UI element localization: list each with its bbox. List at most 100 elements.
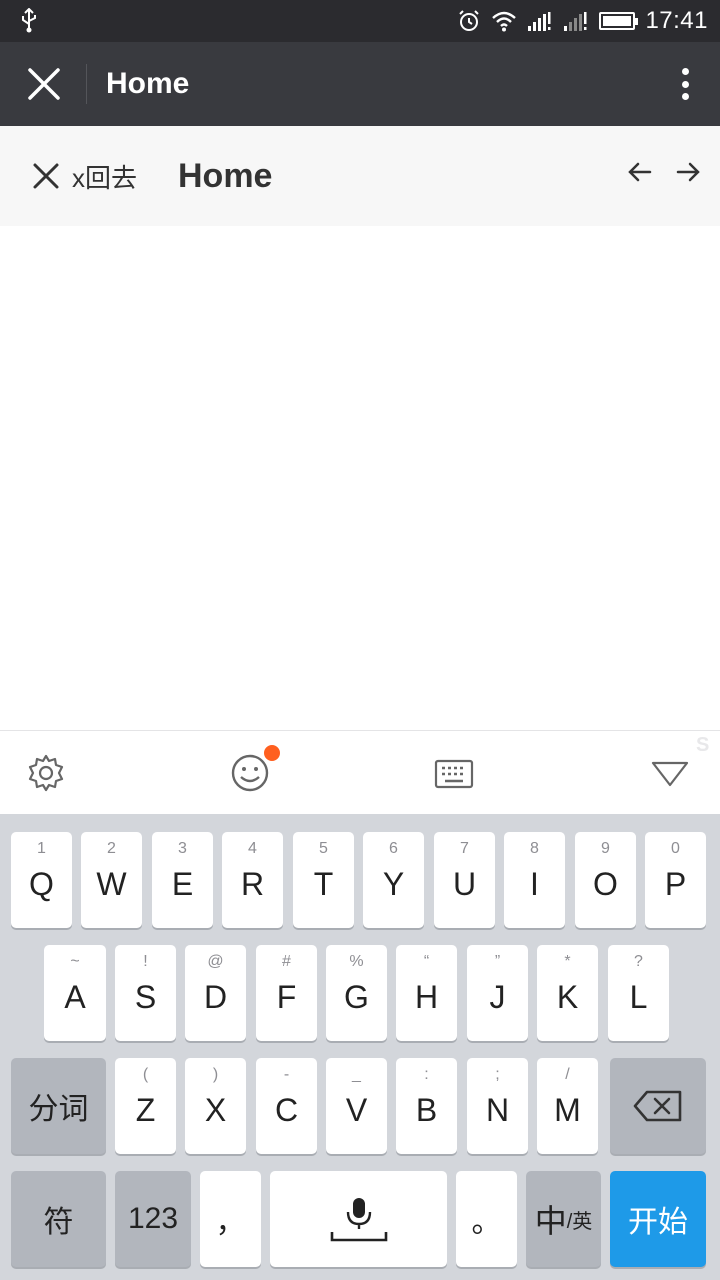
status-icons: 17:41: [457, 0, 708, 42]
key-h[interactable]: “H: [396, 945, 457, 1041]
key-t[interactable]: 5T: [293, 832, 354, 928]
keyboard-toolbar: [0, 730, 720, 814]
key-hint: 4: [248, 840, 257, 857]
key-j[interactable]: ” J: [467, 945, 528, 1041]
key-hint: %: [349, 953, 364, 970]
space-key[interactable]: [270, 1171, 447, 1267]
key-label: Q: [29, 866, 54, 902]
backspace-key[interactable]: [610, 1058, 706, 1154]
close-icon[interactable]: [24, 64, 64, 104]
key-hint: (: [142, 1066, 149, 1083]
web-content: [0, 226, 720, 730]
key-label: S: [134, 979, 157, 1015]
keyboard-icon[interactable]: [434, 753, 474, 793]
key-k[interactable]: * K: [537, 945, 598, 1041]
key-label: E: [171, 866, 194, 902]
key-label: V: [345, 1092, 368, 1128]
key-hint: ~: [70, 953, 80, 970]
key-b[interactable]: :B: [396, 1058, 457, 1154]
key-y[interactable]: 6Y: [363, 832, 424, 928]
key-a[interactable]: ~ A: [44, 945, 106, 1041]
sogou-logo-icon: S: [696, 734, 710, 756]
key-label: I: [530, 866, 539, 902]
key-hint: ;: [495, 1066, 500, 1083]
comma-key[interactable]: ，: [200, 1171, 261, 1267]
comma-label: ，: [215, 1206, 246, 1239]
key-hint: “: [423, 953, 430, 970]
key-label: D: [203, 979, 228, 1015]
usb-icon: [22, 8, 36, 33]
key-n[interactable]: ; N: [467, 1058, 528, 1154]
period-key[interactable]: 。: [456, 1171, 517, 1267]
backspace-icon: [633, 1090, 682, 1122]
period-label: 。: [471, 1206, 502, 1239]
key-label: F: [276, 979, 297, 1015]
key-z[interactable]: (Z: [115, 1058, 176, 1154]
key-label: L: [629, 979, 648, 1015]
language-toggle-key[interactable]: 中/英: [526, 1171, 601, 1267]
key-w[interactable]: 2W: [81, 832, 142, 928]
backspace-icon-wrap: [610, 1058, 706, 1154]
collapse-keyboard-icon[interactable]: [650, 753, 690, 793]
status-bar: 17:41: [0, 0, 720, 42]
key-x[interactable]: ) X: [185, 1058, 246, 1154]
more-menu-icon[interactable]: [678, 64, 692, 104]
key-label: G: [344, 979, 369, 1015]
key-i[interactable]: 8I: [504, 832, 565, 928]
key-label: K: [556, 979, 579, 1015]
key-hint: *: [564, 953, 571, 970]
arrow-right-icon[interactable]: [674, 156, 702, 188]
key-s[interactable]: ! S: [115, 945, 176, 1041]
key-hint: 9: [601, 840, 610, 857]
key-f[interactable]: # F: [256, 945, 317, 1041]
key-r[interactable]: 4R: [222, 832, 283, 928]
symbol-key[interactable]: 符: [11, 1171, 106, 1267]
key-hint: 2: [107, 840, 116, 857]
keyboard: 1Q 2W 3E 4R 5T 6Y 7U 8I 9O 0P ~ A ! S @ D #…: [0, 814, 720, 1280]
key-hint: 8: [530, 840, 539, 857]
key-v[interactable]: _ V: [326, 1058, 387, 1154]
key-e[interactable]: 3E: [152, 832, 213, 928]
emoji-badge: [262, 743, 282, 763]
key-m[interactable]: / M: [537, 1058, 598, 1154]
key-label: J: [489, 979, 506, 1015]
key-label: X: [204, 1092, 227, 1128]
back-close-label: x回去: [72, 162, 138, 193]
key-c[interactable]: -C: [256, 1058, 317, 1154]
key-hint: #: [282, 953, 291, 970]
battery-icon: [599, 12, 639, 30]
key-hint: 7: [460, 840, 469, 857]
key-label: B: [415, 1092, 438, 1128]
symbol-label: 符: [43, 1206, 74, 1239]
key-g[interactable]: % G: [326, 945, 387, 1041]
numbers-key[interactable]: 123: [115, 1171, 191, 1267]
key-label: U: [452, 866, 477, 902]
key-label: C: [274, 1092, 299, 1128]
key-o[interactable]: 9O: [575, 832, 636, 928]
segment-key[interactable]: 分词: [11, 1058, 106, 1154]
web-title: Home: [178, 157, 273, 195]
header-divider: [86, 64, 87, 104]
language-label-wrap: 中/英: [526, 1171, 601, 1267]
language-main-label: 中: [534, 1203, 567, 1239]
key-label: W: [96, 866, 127, 902]
gear-icon[interactable]: [26, 753, 66, 793]
key-q[interactable]: 1Q: [11, 832, 72, 928]
key-label: P: [664, 866, 687, 902]
key-l[interactable]: ? L: [608, 945, 669, 1041]
key-d[interactable]: @ D: [185, 945, 246, 1041]
app-header: Home: [0, 42, 720, 126]
arrow-left-icon[interactable]: [626, 156, 654, 188]
key-u[interactable]: 7U: [434, 832, 495, 928]
key-label: N: [485, 1092, 510, 1128]
back-close-button[interactable]: x回去: [30, 156, 137, 196]
key-hint: -: [283, 1066, 290, 1083]
microphone-icon: [330, 1198, 387, 1242]
enter-start-key[interactable]: 开始: [610, 1171, 706, 1267]
key-label: R: [240, 866, 265, 902]
key-hint: !: [143, 953, 148, 970]
key-p[interactable]: 0P: [645, 832, 706, 928]
key-hint: /: [565, 1066, 570, 1083]
signal-icon: [528, 12, 551, 31]
web-nav-bar: x回去 Home: [0, 126, 720, 226]
